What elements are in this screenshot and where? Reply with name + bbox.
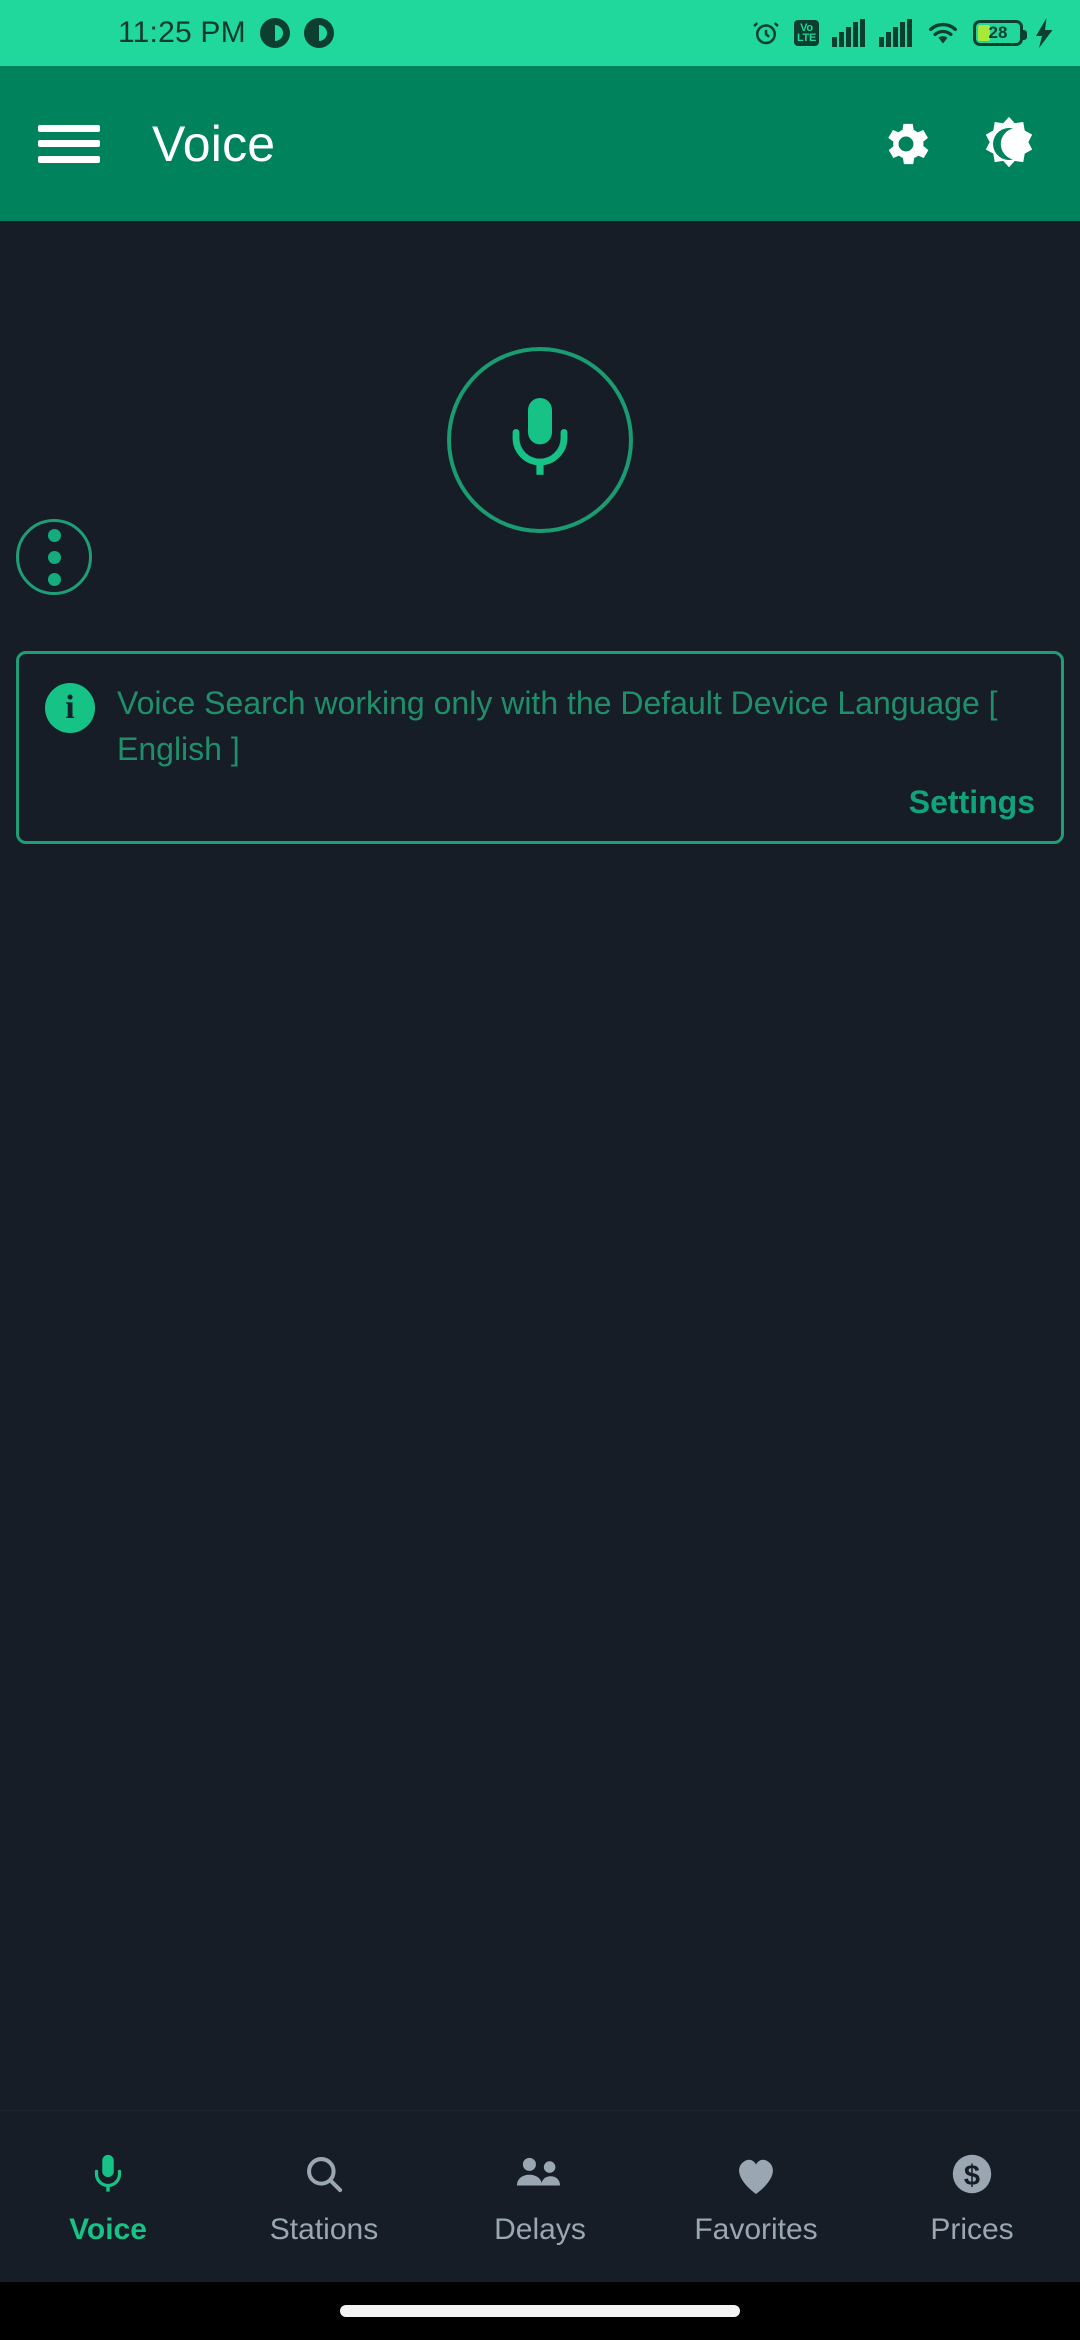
signal-sim1-icon [832, 19, 866, 47]
status-bar-clock: 11:25 PM [118, 16, 246, 49]
nav-label: Voice [69, 2212, 147, 2246]
notification-dot-icon [303, 18, 334, 48]
banner-message: Voice Search working only with the Defau… [117, 685, 998, 767]
nav-item-stations[interactable]: Stations [216, 2111, 432, 2282]
nav-item-voice[interactable]: Voice [0, 2111, 216, 2282]
gesture-navigation-bar [0, 2282, 1080, 2340]
home-gesture-pill[interactable] [340, 2305, 740, 2317]
phone-screen: 11:25 PM Vo LTE 28 Voice i Voice Search … [0, 0, 1080, 2340]
nav-label: Stations [269, 2212, 379, 2246]
nav-label: Delays [494, 2212, 586, 2246]
volte-icon: Vo LTE [793, 20, 819, 46]
hamburger-menu-icon[interactable] [38, 121, 100, 167]
nav-item-delays[interactable]: Delays [432, 2111, 648, 2282]
nav-item-favorites[interactable]: Favorites [648, 2111, 864, 2282]
heart-icon [732, 2147, 780, 2201]
nav-label: Prices [930, 2212, 1014, 2246]
microphone-button[interactable] [447, 347, 633, 533]
alarm-icon [751, 18, 781, 48]
info-icon: i [45, 683, 95, 733]
banner-settings-link[interactable]: Settings [45, 784, 1035, 821]
wifi-icon [926, 19, 960, 47]
banner-content-row: i Voice Search working only with the Def… [45, 680, 1035, 772]
nav-label: Favorites [694, 2212, 818, 2246]
voice-search-area [0, 347, 1080, 533]
status-bar: 11:25 PM Vo LTE 28 [0, 0, 1080, 66]
notification-dot-icon [259, 18, 290, 48]
microphone-icon [492, 390, 588, 491]
app-bar: Voice [0, 66, 1080, 221]
main-content: i Voice Search working only with the Def… [0, 221, 1080, 2110]
nav-item-prices[interactable]: $ Prices [864, 2111, 1080, 2282]
page-title: Voice [152, 115, 276, 172]
gear-icon[interactable] [878, 116, 934, 172]
app-bar-actions [878, 115, 1038, 173]
battery-icon: 28 [973, 20, 1027, 46]
dark-mode-toggle-icon[interactable] [980, 115, 1038, 173]
language-info-banner: i Voice Search working only with the Def… [16, 651, 1064, 844]
search-icon [301, 2147, 347, 2201]
bottom-navigation: Voice Stations Delays Favorites $ Prices [0, 2110, 1080, 2282]
microphone-icon [85, 2147, 131, 2201]
status-bar-right: Vo LTE 28 [751, 18, 1054, 48]
dollar-circle-icon: $ [948, 2147, 996, 2201]
charging-bolt-icon [1036, 18, 1054, 48]
people-icon [515, 2147, 565, 2201]
status-bar-left: 11:25 PM [118, 16, 334, 50]
signal-sim2-icon [879, 19, 913, 47]
svg-text:$: $ [964, 2159, 980, 2191]
